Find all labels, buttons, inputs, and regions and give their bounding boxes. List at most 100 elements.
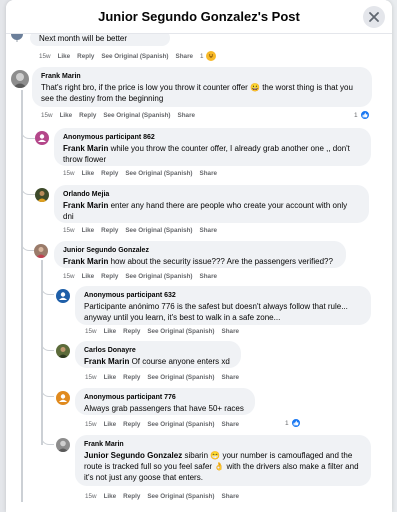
reaction-summary[interactable]: 1 — [200, 51, 223, 61]
comment-time[interactable]: 15w — [41, 112, 53, 119]
avatar-carlos-donayre[interactable] — [56, 344, 70, 358]
comment-text: Frank Marin Of course anyone enters xd — [84, 357, 230, 366]
comment-author[interactable]: Anonymous participant 632 — [84, 291, 362, 301]
like-button[interactable]: Like — [104, 421, 117, 428]
comment-time[interactable]: 15w — [85, 374, 97, 381]
share-button[interactable]: Share — [200, 227, 218, 234]
reaction-summary[interactable]: 1 — [285, 418, 301, 428]
comment-text: Next month will be better — [39, 34, 128, 43]
mention-link[interactable]: Frank Marin — [63, 257, 108, 266]
comment-time[interactable]: 15w — [63, 170, 75, 177]
share-button[interactable]: Share — [200, 273, 218, 280]
comment-bubble: Junior Segundo Gonzalez Frank Marin how … — [54, 241, 346, 268]
see-original-button[interactable]: See Original (Spanish) — [147, 421, 214, 428]
comment-author[interactable]: Carlos Donayre — [84, 346, 232, 356]
reply-button[interactable]: Reply — [101, 227, 118, 234]
like-button[interactable]: Like — [60, 112, 73, 119]
avatar-frank-marin[interactable] — [11, 70, 29, 88]
reply-button[interactable]: Reply — [123, 421, 140, 428]
comment-author[interactable]: Anonymous participant 862 — [63, 133, 362, 143]
see-original-button[interactable]: See Original (Spanish) — [125, 227, 192, 234]
share-button[interactable]: Share — [176, 53, 194, 60]
comment-time[interactable]: 15w — [63, 227, 75, 234]
see-original-button[interactable]: See Original (Spanish) — [147, 374, 214, 381]
reply-button[interactable]: Reply — [123, 374, 140, 381]
mention-link[interactable]: Junior Segundo Gonzalez — [84, 451, 182, 460]
reply-button[interactable]: Reply — [123, 493, 140, 500]
comment-actions: 15w Like Reply See Original (Spanish) Sh… — [63, 227, 224, 234]
avatar-orlando-mejia[interactable] — [35, 188, 49, 202]
comment-time[interactable]: 15w — [85, 328, 97, 335]
like-button[interactable]: Like — [82, 227, 95, 234]
comment-actions: 15w Like Reply See Original (Spanish) Sh… — [85, 421, 246, 428]
comment-text: Participante anónimo 776 is the safest b… — [84, 302, 348, 322]
avatar-anonymous[interactable] — [35, 131, 49, 145]
thread-connector — [41, 285, 54, 295]
share-button[interactable]: Share — [222, 421, 240, 428]
comment-bubble: Carlos Donayre Frank Marin Of course any… — [75, 341, 241, 368]
share-button[interactable]: Share — [222, 374, 240, 381]
haha-emoji-icon — [205, 51, 216, 61]
mention-link[interactable]: Frank Marin — [84, 357, 129, 366]
comment-text: Frank Marin how about the security issue… — [63, 257, 333, 266]
reply-button[interactable]: Reply — [123, 328, 140, 335]
see-original-button[interactable]: See Original (Spanish) — [125, 273, 192, 280]
share-button[interactable]: Share — [178, 112, 196, 119]
comment-time[interactable]: 15w — [39, 53, 51, 60]
comment-author[interactable]: Orlando Mejia — [63, 190, 360, 200]
like-button[interactable]: Like — [104, 493, 117, 500]
like-button[interactable]: Like — [82, 273, 95, 280]
avatar-anonymous[interactable] — [56, 289, 70, 303]
comment-bubble: Anonymous participant 632 Participante a… — [75, 286, 371, 325]
comment-actions: 15w Like Reply See Original (Spanish) Sh… — [85, 374, 246, 381]
share-button[interactable]: Share — [222, 493, 240, 500]
comment-time[interactable]: 15w — [85, 421, 97, 428]
comment-bubble: Frank Marin Junior Segundo Gonzalez siba… — [75, 435, 371, 486]
comment-author[interactable]: Anonymous participant 776 — [84, 393, 246, 403]
see-original-button[interactable]: See Original (Spanish) — [101, 53, 168, 60]
comment-author[interactable]: Junior Segundo Gonzalez — [63, 246, 337, 256]
thread-connector — [41, 435, 54, 445]
modal-header: Junior Segundo Gonzalez's Post — [6, 0, 392, 34]
comment-text: Frank Marin while you throw the counter … — [63, 144, 350, 164]
comment-actions: 15w Like Reply See Original (Spanish) Sh… — [85, 493, 246, 500]
see-original-button[interactable]: See Original (Spanish) — [103, 112, 170, 119]
like-icon — [359, 110, 370, 120]
comment-bubble: Frank Marin That's right bro, if the pri… — [32, 67, 372, 107]
reply-button[interactable]: Reply — [77, 53, 94, 60]
see-original-button[interactable]: See Original (Spanish) — [147, 328, 214, 335]
comment-text: That's right bro, if the price is low yo… — [41, 83, 353, 103]
thread-connector — [41, 387, 54, 397]
reaction-count: 1 — [354, 111, 358, 119]
see-original-button[interactable]: See Original (Spanish) — [147, 493, 214, 500]
avatar-anonymous[interactable] — [56, 391, 70, 405]
close-button[interactable] — [363, 6, 385, 28]
comment-actions: 15w Like Reply See Original (Spanish) Sh… — [63, 170, 224, 177]
comment-time[interactable]: 15w — [63, 273, 75, 280]
see-original-button[interactable]: See Original (Spanish) — [125, 170, 192, 177]
like-button[interactable]: Like — [104, 374, 117, 381]
thread-connector — [41, 340, 54, 351]
comment-author[interactable]: Frank Marin — [84, 440, 362, 450]
reply-button[interactable]: Reply — [101, 273, 118, 280]
mention-link[interactable]: Frank Marin — [63, 144, 108, 153]
share-button[interactable]: Share — [200, 170, 218, 177]
like-button[interactable]: Like — [58, 53, 71, 60]
avatar-junior-segundo-gonzalez[interactable] — [34, 244, 48, 258]
share-button[interactable]: Share — [222, 328, 240, 335]
comment-bubble: Anonymous participant 776 Always grab pa… — [75, 388, 255, 415]
thread-line — [21, 90, 23, 502]
comment-time[interactable]: 15w — [85, 493, 97, 500]
like-button[interactable]: Like — [82, 170, 95, 177]
comment-author[interactable]: Frank Marin — [41, 72, 363, 82]
avatar-frank-marin[interactable] — [56, 438, 70, 452]
reply-button[interactable]: Reply — [79, 112, 96, 119]
mention-link[interactable]: Frank Marin — [63, 201, 108, 210]
like-button[interactable]: Like — [104, 328, 117, 335]
like-icon — [290, 418, 301, 428]
reply-button[interactable]: Reply — [101, 170, 118, 177]
comment-actions: 15w Like Reply See Original (Spanish) Sh… — [39, 51, 230, 61]
post-modal: Junior Segundo Gonzalez's Post Next mont… — [6, 0, 392, 512]
reaction-summary[interactable]: 1 — [354, 110, 370, 120]
comment-actions: 15w Like Reply See Original (Spanish) Sh… — [41, 112, 202, 119]
